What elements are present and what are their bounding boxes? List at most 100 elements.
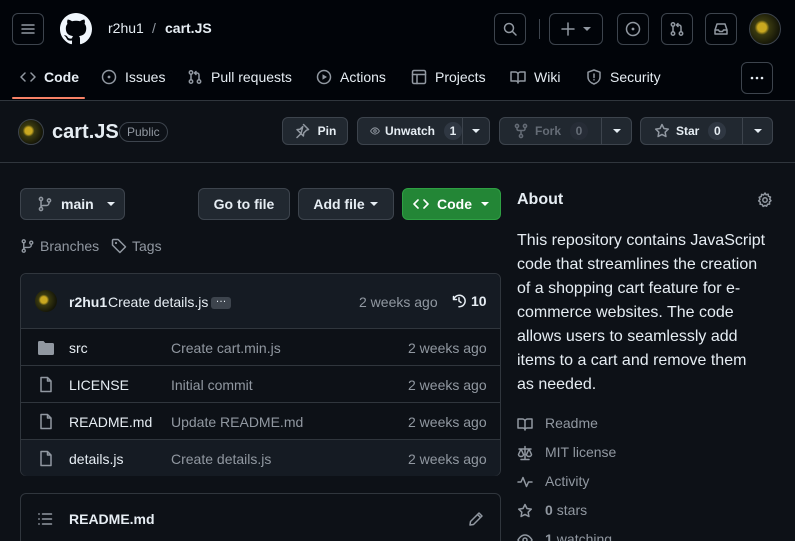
watching-link[interactable]: 1 watching: [545, 531, 612, 541]
law-icon: [517, 445, 533, 461]
pencil-icon[interactable]: [468, 511, 484, 527]
file-commit-message[interactable]: Create details.js: [171, 451, 271, 467]
tab-projects[interactable]: Projects: [411, 66, 486, 88]
stars-link[interactable]: 0 stars: [545, 502, 587, 518]
file-icon: [40, 376, 52, 393]
tab-code[interactable]: Code: [20, 66, 79, 88]
list-unordered-icon: [38, 513, 53, 525]
shield-icon: [587, 69, 601, 85]
repo-header-divider: [0, 162, 795, 163]
file-commit-time: 2 weeks ago: [408, 414, 487, 430]
tab-code-label: Code: [44, 69, 79, 85]
fork-label: Fork: [535, 124, 562, 138]
pulse-icon: [517, 476, 533, 488]
code-icon: [413, 199, 429, 209]
add-file-button[interactable]: Add file: [298, 188, 394, 220]
branches-label: Branches: [40, 238, 100, 254]
file-commit-message[interactable]: Update README.md: [171, 414, 303, 430]
readme-box: README.md: [20, 493, 501, 541]
commit-author-avatar[interactable]: [35, 290, 57, 312]
file-commit-message[interactable]: Create cart.min.js: [171, 340, 281, 356]
user-avatar[interactable]: [749, 13, 781, 45]
tab-issues[interactable]: Issues: [101, 66, 165, 88]
tab-wiki-label: Wiki: [534, 69, 561, 85]
global-header: r2hu1 / cart.JS Code Issues Pull request…: [0, 0, 795, 101]
file-row[interactable]: src Create cart.min.js 2 weeks ago: [21, 328, 501, 365]
stars-label: stars: [556, 502, 588, 518]
repo-forked-icon: [514, 123, 528, 139]
gear-icon[interactable]: [757, 192, 773, 208]
fork-button[interactable]: Fork 0: [500, 118, 601, 144]
file-name[interactable]: LICENSE: [69, 377, 129, 393]
inbox-icon: [714, 23, 728, 35]
kebab-horizontal-icon: [750, 76, 764, 80]
commit-expand-button[interactable]: …: [211, 294, 231, 309]
tab-actions[interactable]: Actions: [316, 66, 386, 88]
file-row[interactable]: details.js Create details.js 2 weeks ago: [21, 439, 500, 476]
caret-down-icon: [472, 129, 480, 133]
about-heading: About: [517, 191, 564, 208]
github-logo-icon[interactable]: [60, 13, 92, 45]
git-branch-icon: [21, 239, 34, 253]
branch-select-button[interactable]: main: [20, 188, 125, 220]
tab-pull-requests-label: Pull requests: [211, 69, 292, 85]
file-name[interactable]: README.md: [69, 414, 152, 430]
caret-down-icon: [369, 202, 378, 206]
go-to-file-button[interactable]: Go to file: [198, 188, 290, 220]
license-link[interactable]: MIT license: [545, 444, 616, 460]
tags-link[interactable]: Tags: [111, 238, 162, 254]
breadcrumb-owner[interactable]: r2hu1: [108, 20, 144, 36]
readme-title[interactable]: README.md: [69, 511, 155, 527]
issue-opened-icon: [101, 69, 117, 85]
fork-dropdown[interactable]: [602, 126, 631, 136]
more-tabs-button[interactable]: [741, 62, 773, 94]
eye-icon: [517, 534, 533, 541]
readme-link[interactable]: Readme: [545, 415, 598, 431]
file-row[interactable]: README.md Update README.md 2 weeks ago: [21, 402, 501, 439]
file-icon: [40, 450, 52, 467]
repo-owner-avatar[interactable]: [18, 119, 44, 145]
commit-message[interactable]: Create details.js: [108, 294, 208, 310]
repo-name[interactable]: cart.JS: [52, 121, 119, 144]
watch-dropdown[interactable]: [463, 126, 489, 136]
tab-security[interactable]: Security: [586, 66, 661, 88]
plus-icon: [561, 22, 575, 36]
star-icon: [517, 503, 533, 518]
code-download-button[interactable]: Code: [402, 188, 501, 220]
menu-button[interactable]: [12, 13, 44, 45]
star-counter: 0: [708, 122, 727, 140]
code-icon: [20, 72, 36, 82]
file-row[interactable]: LICENSE Initial commit 2 weeks ago: [21, 365, 501, 402]
tab-projects-label: Projects: [435, 69, 486, 85]
issues-button[interactable]: [617, 13, 649, 45]
go-to-file-label: Go to file: [213, 196, 275, 212]
file-commit-time: 2 weeks ago: [408, 340, 487, 356]
file-name[interactable]: details.js: [69, 451, 123, 467]
pull-requests-button[interactable]: [661, 13, 693, 45]
file-commit-message[interactable]: Initial commit: [171, 377, 253, 393]
table-icon: [411, 69, 427, 85]
file-name[interactable]: src: [69, 340, 88, 356]
caret-down-icon: [106, 202, 115, 206]
header-divider: [539, 19, 540, 39]
pin-icon: [295, 123, 309, 139]
breadcrumb-repo[interactable]: cart.JS: [165, 20, 212, 36]
tab-pull-requests[interactable]: Pull requests: [187, 66, 292, 88]
play-icon: [316, 69, 332, 85]
inbox-button[interactable]: [705, 13, 737, 45]
book-icon: [510, 71, 526, 84]
commit-author[interactable]: r2hu1: [69, 294, 107, 310]
breadcrumb-separator: /: [152, 20, 156, 36]
star-button[interactable]: Star 0: [641, 118, 742, 144]
activity-link[interactable]: Activity: [545, 473, 589, 489]
create-new-button[interactable]: [549, 13, 603, 45]
pin-button[interactable]: Pin: [282, 117, 348, 145]
active-tab-indicator: [12, 97, 85, 99]
commit-history-link[interactable]: 10: [451, 293, 487, 309]
unwatch-button[interactable]: Unwatch 1: [358, 118, 462, 144]
star-dropdown[interactable]: [743, 126, 772, 136]
search-button[interactable]: [494, 13, 526, 45]
branches-link[interactable]: Branches: [20, 238, 99, 254]
tab-wiki[interactable]: Wiki: [510, 66, 560, 88]
stars-count: 0: [545, 502, 553, 518]
